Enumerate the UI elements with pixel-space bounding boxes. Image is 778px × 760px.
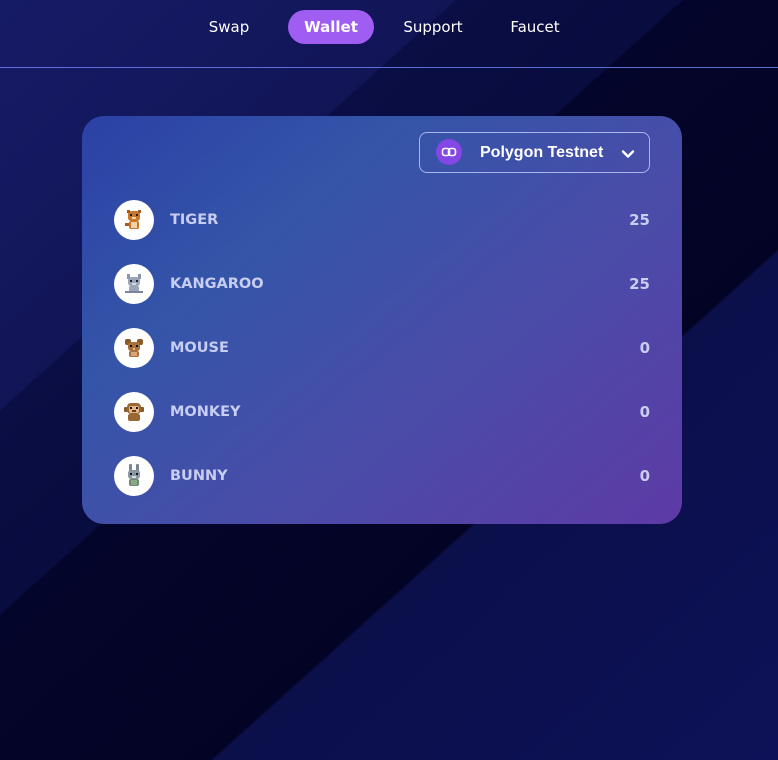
token-balance: 0: [639, 467, 650, 485]
token-balance: 25: [629, 275, 650, 293]
wallet-card: Polygon Testnet TIGER 25 KANGAROO 25 MOU…: [82, 116, 682, 524]
top-navigation: Swap Wallet Support Faucet: [0, 0, 778, 68]
nav-faucet[interactable]: Faucet: [500, 10, 570, 44]
token-name: KANGAROO: [170, 276, 264, 292]
token-name: TIGER: [170, 212, 219, 228]
token-row: KANGAROO 25: [114, 264, 650, 304]
token-row: BUNNY 0: [114, 456, 650, 496]
chevron-down-icon: [621, 146, 635, 160]
nav-support[interactable]: Support: [396, 10, 470, 44]
token-balance: 25: [629, 211, 650, 229]
kangaroo-icon: [114, 264, 154, 304]
nav-wallet[interactable]: Wallet: [288, 10, 374, 44]
token-row: MOUSE 0: [114, 328, 650, 368]
nav-swap[interactable]: Swap: [196, 10, 262, 44]
token-row: TIGER 25: [114, 200, 650, 240]
token-balance: 0: [639, 339, 650, 357]
bunny-icon: [114, 456, 154, 496]
network-label: Polygon Testnet: [480, 144, 604, 161]
polygon-icon: [436, 139, 462, 165]
token-balance: 0: [639, 403, 650, 421]
token-row: MONKEY 0: [114, 392, 650, 432]
token-name: MONKEY: [170, 404, 241, 420]
mouse-icon: [114, 328, 154, 368]
network-selector[interactable]: Polygon Testnet: [419, 132, 650, 173]
monkey-icon: [114, 392, 154, 432]
tiger-icon: [114, 200, 154, 240]
token-name: BUNNY: [170, 468, 228, 484]
token-name: MOUSE: [170, 340, 229, 356]
